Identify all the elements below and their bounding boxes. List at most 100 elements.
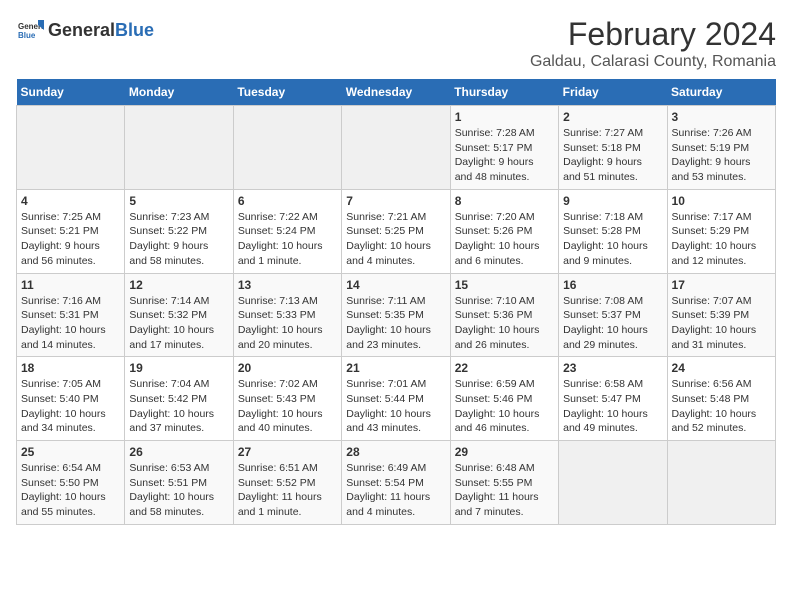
day-info: Sunrise: 7:08 AM Sunset: 5:37 PM Dayligh… — [563, 294, 662, 353]
day-number: 6 — [238, 194, 337, 208]
calendar-cell — [667, 441, 775, 525]
day-info: Sunrise: 6:59 AM Sunset: 5:46 PM Dayligh… — [455, 377, 554, 436]
logo-blue-text: Blue — [115, 20, 154, 41]
day-info: Sunrise: 7:22 AM Sunset: 5:24 PM Dayligh… — [238, 210, 337, 269]
day-info: Sunrise: 7:27 AM Sunset: 5:18 PM Dayligh… — [563, 126, 662, 185]
day-number: 27 — [238, 445, 337, 459]
calendar-cell: 19 Sunrise: 7:04 AM Sunset: 5:42 PM Dayli… — [125, 357, 233, 441]
calendar-week-3: 11 Sunrise: 7:16 AM Sunset: 5:31 PM Dayli… — [17, 273, 776, 357]
weekday-header-saturday: Saturday — [667, 79, 775, 106]
day-info: Sunrise: 7:10 AM Sunset: 5:36 PM Dayligh… — [455, 294, 554, 353]
day-number: 13 — [238, 278, 337, 292]
day-number: 8 — [455, 194, 554, 208]
day-number: 12 — [129, 278, 228, 292]
calendar-cell: 16 Sunrise: 7:08 AM Sunset: 5:37 PM Dayli… — [559, 273, 667, 357]
day-info: Sunrise: 6:48 AM Sunset: 5:55 PM Dayligh… — [455, 461, 554, 520]
calendar-cell: 15Sunrise: 7:10 AM Sunset: 5:36 PM Dayli… — [450, 273, 558, 357]
day-number: 19 — [129, 361, 228, 375]
day-number: 5 — [129, 194, 228, 208]
calendar-cell: 21 Sunrise: 7:01 AM Sunset: 5:44 PM Dayli… — [342, 357, 450, 441]
calendar-cell: 27Sunrise: 6:51 AM Sunset: 5:52 PM Dayli… — [233, 441, 341, 525]
calendar-cell: 25Sunrise: 6:54 AM Sunset: 5:50 PM Dayli… — [17, 441, 125, 525]
weekday-header-friday: Friday — [559, 79, 667, 106]
day-info: Sunrise: 7:01 AM Sunset: 5:44 PM Dayligh… — [346, 377, 445, 436]
calendar-cell — [342, 106, 450, 190]
calendar-cell: 10 Sunrise: 7:17 AM Sunset: 5:29 PM Dayli… — [667, 189, 775, 273]
day-number: 29 — [455, 445, 554, 459]
calendar-cell: 1 Sunrise: 7:28 AM Sunset: 5:17 PM Daylig… — [450, 106, 558, 190]
calendar-week-1: 1 Sunrise: 7:28 AM Sunset: 5:17 PM Daylig… — [17, 106, 776, 190]
main-title: February 2024 — [530, 16, 776, 53]
day-info: Sunrise: 7:04 AM Sunset: 5:42 PM Dayligh… — [129, 377, 228, 436]
logo-general-text: General — [48, 20, 115, 41]
day-number: 11 — [21, 278, 120, 292]
day-info: Sunrise: 7:11 AM Sunset: 5:35 PM Dayligh… — [346, 294, 445, 353]
day-info: Sunrise: 7:21 AM Sunset: 5:25 PM Dayligh… — [346, 210, 445, 269]
day-info: Sunrise: 7:07 AM Sunset: 5:39 PM Dayligh… — [672, 294, 771, 353]
calendar-cell: 28 Sunrise: 6:49 AM Sunset: 5:54 PM Dayli… — [342, 441, 450, 525]
weekday-header-wednesday: Wednesday — [342, 79, 450, 106]
logo: General Blue General Blue — [16, 16, 154, 44]
day-number: 2 — [563, 110, 662, 124]
calendar-cell: 9 Sunrise: 7:18 AM Sunset: 5:28 PM Daylig… — [559, 189, 667, 273]
day-info: Sunrise: 7:18 AM Sunset: 5:28 PM Dayligh… — [563, 210, 662, 269]
subtitle: Galdau, Calarasi County, Romania — [530, 53, 776, 71]
calendar-cell: 17 Sunrise: 7:07 AM Sunset: 5:39 PM Dayli… — [667, 273, 775, 357]
day-number: 26 — [129, 445, 228, 459]
day-info: Sunrise: 6:56 AM Sunset: 5:48 PM Dayligh… — [672, 377, 771, 436]
day-number: 18 — [21, 361, 120, 375]
calendar-cell: 22 Sunrise: 6:59 AM Sunset: 5:46 PM Dayli… — [450, 357, 558, 441]
calendar-cell: 18Sunrise: 7:05 AM Sunset: 5:40 PM Dayli… — [17, 357, 125, 441]
weekday-header-sunday: Sunday — [17, 79, 125, 106]
calendar-week-2: 4 Sunrise: 7:25 AM Sunset: 5:21 PM Daylig… — [17, 189, 776, 273]
header: General Blue General Blue February 2024 … — [16, 16, 776, 71]
day-info: Sunrise: 7:23 AM Sunset: 5:22 PM Dayligh… — [129, 210, 228, 269]
calendar-cell: 7 Sunrise: 7:21 AM Sunset: 5:25 PM Daylig… — [342, 189, 450, 273]
day-info: Sunrise: 7:13 AM Sunset: 5:33 PM Dayligh… — [238, 294, 337, 353]
day-info: Sunrise: 7:26 AM Sunset: 5:19 PM Dayligh… — [672, 126, 771, 185]
calendar-cell — [125, 106, 233, 190]
calendar-cell: 3 Sunrise: 7:26 AM Sunset: 5:19 PM Daylig… — [667, 106, 775, 190]
day-info: Sunrise: 6:53 AM Sunset: 5:51 PM Dayligh… — [129, 461, 228, 520]
calendar-week-4: 18Sunrise: 7:05 AM Sunset: 5:40 PM Dayli… — [17, 357, 776, 441]
day-info: Sunrise: 6:58 AM Sunset: 5:47 PM Dayligh… — [563, 377, 662, 436]
calendar-cell: 20 Sunrise: 7:02 AM Sunset: 5:43 PM Dayli… — [233, 357, 341, 441]
calendar-cell: 29 Sunrise: 6:48 AM Sunset: 5:55 PM Dayli… — [450, 441, 558, 525]
calendar-cell: 2 Sunrise: 7:27 AM Sunset: 5:18 PM Daylig… — [559, 106, 667, 190]
day-number: 16 — [563, 278, 662, 292]
day-number: 25 — [21, 445, 120, 459]
weekday-header-monday: Monday — [125, 79, 233, 106]
day-info: Sunrise: 7:28 AM Sunset: 5:17 PM Dayligh… — [455, 126, 554, 185]
day-number: 10 — [672, 194, 771, 208]
day-number: 17 — [672, 278, 771, 292]
day-number: 20 — [238, 361, 337, 375]
day-number: 22 — [455, 361, 554, 375]
day-number: 9 — [563, 194, 662, 208]
weekday-header-tuesday: Tuesday — [233, 79, 341, 106]
weekday-header-thursday: Thursday — [450, 79, 558, 106]
day-number: 24 — [672, 361, 771, 375]
day-number: 3 — [672, 110, 771, 124]
calendar-cell — [559, 441, 667, 525]
day-info: Sunrise: 7:20 AM Sunset: 5:26 PM Dayligh… — [455, 210, 554, 269]
svg-text:Blue: Blue — [18, 31, 36, 40]
day-number: 14 — [346, 278, 445, 292]
day-number: 21 — [346, 361, 445, 375]
calendar-cell: 24 Sunrise: 6:56 AM Sunset: 5:48 PM Dayli… — [667, 357, 775, 441]
day-number: 28 — [346, 445, 445, 459]
day-info: Sunrise: 7:02 AM Sunset: 5:43 PM Dayligh… — [238, 377, 337, 436]
day-info: Sunrise: 6:49 AM Sunset: 5:54 PM Dayligh… — [346, 461, 445, 520]
day-info: Sunrise: 7:14 AM Sunset: 5:32 PM Dayligh… — [129, 294, 228, 353]
day-number: 4 — [21, 194, 120, 208]
calendar-cell — [17, 106, 125, 190]
day-info: Sunrise: 7:16 AM Sunset: 5:31 PM Dayligh… — [21, 294, 120, 353]
day-number: 1 — [455, 110, 554, 124]
calendar-cell: 6 Sunrise: 7:22 AM Sunset: 5:24 PM Daylig… — [233, 189, 341, 273]
calendar-cell: 13 Sunrise: 7:13 AM Sunset: 5:33 PM Dayli… — [233, 273, 341, 357]
calendar-week-5: 25Sunrise: 6:54 AM Sunset: 5:50 PM Dayli… — [17, 441, 776, 525]
day-info: Sunrise: 7:25 AM Sunset: 5:21 PM Dayligh… — [21, 210, 120, 269]
day-number: 7 — [346, 194, 445, 208]
day-info: Sunrise: 7:17 AM Sunset: 5:29 PM Dayligh… — [672, 210, 771, 269]
logo-icon: General Blue — [16, 16, 44, 44]
title-area: February 2024 Galdau, Calarasi County, R… — [530, 16, 776, 71]
